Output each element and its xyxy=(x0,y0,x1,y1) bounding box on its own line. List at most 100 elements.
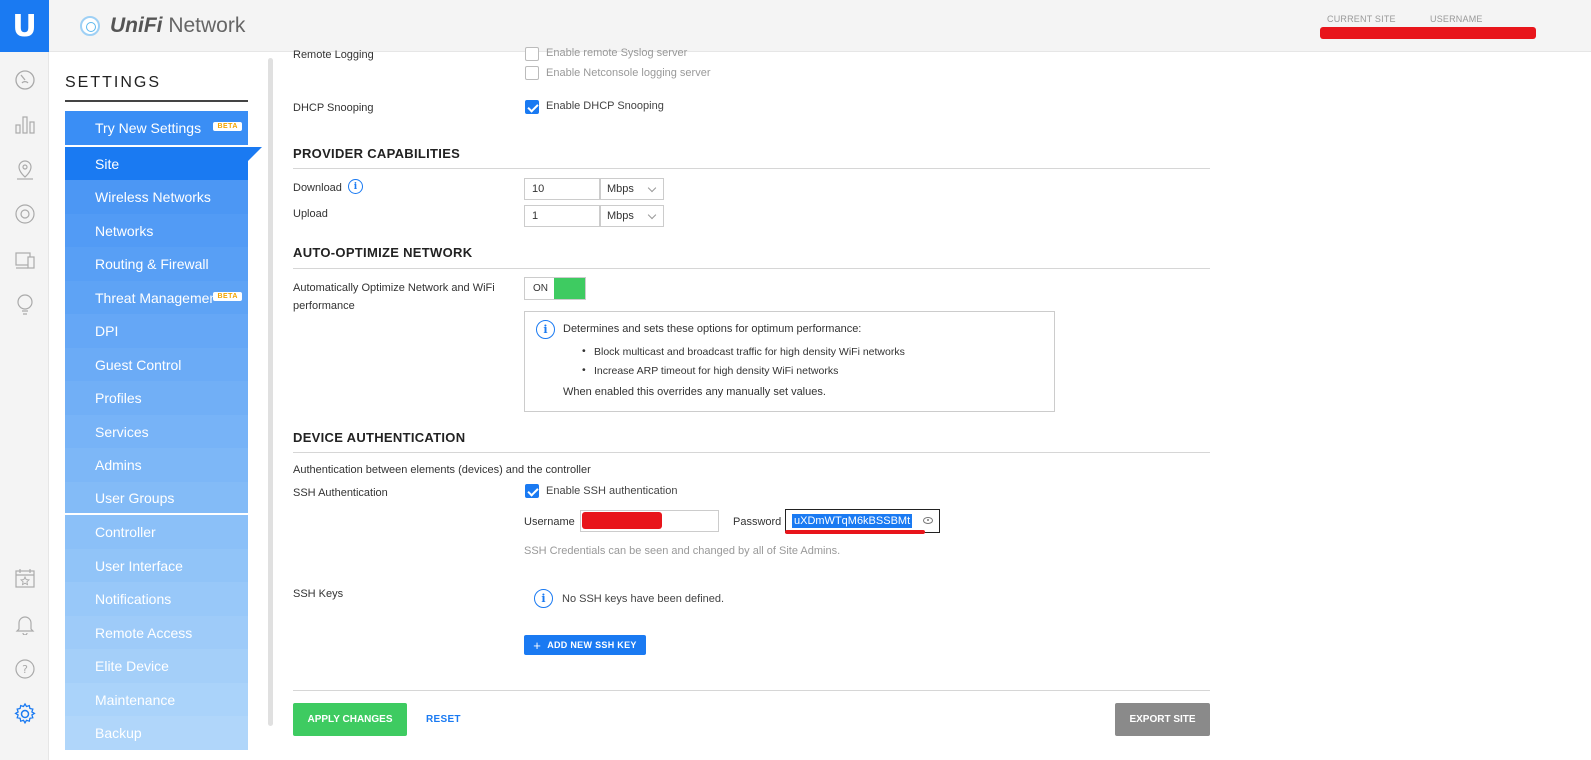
ubiquiti-logo[interactable]: U xyxy=(0,0,49,52)
sidebar-item-label: Backup xyxy=(95,725,142,741)
sidebar-item-label: Remote Access xyxy=(95,624,193,641)
auto-optimize-info-box: i Determines and sets these options for … xyxy=(524,311,1055,412)
sidebar-item-guest-control[interactable]: Guest Control xyxy=(65,348,248,381)
redacted-username xyxy=(582,512,662,529)
upload-label: Upload xyxy=(293,208,328,220)
download-label: Download xyxy=(293,182,342,194)
download-info-icon[interactable]: i xyxy=(348,179,363,194)
ssh-password-label: Password xyxy=(733,516,782,528)
sidebar-item-label: Networks xyxy=(95,222,154,239)
settings-gear-icon[interactable] xyxy=(13,702,37,726)
sidebar-item-notifications[interactable]: Notifications xyxy=(65,582,248,616)
settings-menu: Try New Settings BETA Site Wireless Network… xyxy=(65,111,262,750)
sidebar-item-label: Try New Settings xyxy=(95,120,202,136)
sidebar-item-site[interactable]: Site xyxy=(65,147,262,180)
scrollbar[interactable] xyxy=(268,58,273,726)
auto-optimize-toggle[interactable]: ON xyxy=(524,277,586,300)
password-value: uXDmWTqM6kBSSBMt xyxy=(792,514,913,528)
divider xyxy=(293,168,1210,169)
device-authentication-heading: DEVICE AUTHENTICATION xyxy=(293,430,466,445)
info-title: Determines and sets these options for op… xyxy=(563,323,862,335)
syslog-checkbox[interactable] xyxy=(525,47,539,61)
sidebar-item-services[interactable]: Services xyxy=(65,415,248,448)
dashboard-icon[interactable] xyxy=(13,68,37,92)
apply-changes-button[interactable]: APPLY CHANGES xyxy=(293,703,407,736)
no-ssh-keys-text: No SSH keys have been defined. xyxy=(562,593,725,605)
top-bar: U UniFi Network CURRENT SITE USERNAME xyxy=(0,0,1591,52)
beta-badge: BETA xyxy=(213,122,242,131)
ssh-keys-label: SSH Keys xyxy=(293,588,344,600)
ssh-auth-checkbox-label: Enable SSH authentication xyxy=(546,485,678,497)
settings-underline xyxy=(65,100,248,102)
sidebar-item-threat-management[interactable]: Threat Management BETA xyxy=(65,281,248,314)
download-unit-select[interactable]: Mbps xyxy=(600,178,664,200)
sidebar-item-user-interface[interactable]: User Interface xyxy=(65,549,248,582)
auto-optimize-label-line2: performance xyxy=(293,300,355,312)
sidebar-item-maintenance[interactable]: Maintenance xyxy=(65,683,248,716)
sidebar-item-label: User Interface xyxy=(95,557,183,574)
chevron-down-icon xyxy=(647,210,657,220)
ssh-authentication-label: SSH Authentication xyxy=(293,487,388,499)
upload-unit-select[interactable]: Mbps xyxy=(600,205,664,227)
dhcp-snooping-checkbox-label: Enable DHCP Snooping xyxy=(546,100,664,112)
sidebar-item-backup[interactable]: Backup xyxy=(65,716,248,750)
alerts-bell-icon[interactable] xyxy=(13,612,37,636)
sidebar-item-label: Services xyxy=(95,423,149,440)
add-ssh-key-label: ADD NEW SSH KEY xyxy=(547,640,637,650)
sidebar-item-remote-access[interactable]: Remote Access xyxy=(65,616,248,649)
sidebar-item-user-groups[interactable]: User Groups xyxy=(65,482,248,515)
sidebar-item-controller[interactable]: Controller xyxy=(65,515,248,549)
sidebar-item-label: Threat Management xyxy=(95,289,213,306)
info-bullet-2: Increase ARP timeout for high density Wi… xyxy=(582,364,838,377)
sidebar-item-routing-firewall[interactable]: Routing & Firewall xyxy=(65,247,248,281)
syslog-checkbox-label: Enable remote Syslog server xyxy=(546,47,688,59)
events-icon[interactable] xyxy=(13,566,37,590)
statistics-icon[interactable] xyxy=(13,112,37,136)
brand-name: UniFi Network xyxy=(110,14,245,38)
redaction-underline xyxy=(785,530,925,534)
sidebar-item-profiles[interactable]: Profiles xyxy=(65,381,248,415)
netconsole-checkbox-label: Enable Netconsole logging server xyxy=(546,67,711,79)
toggle-state: ON xyxy=(533,283,548,294)
active-indicator xyxy=(248,147,262,161)
sidebar-item-dpi[interactable]: DPI xyxy=(65,314,248,348)
toggle-knob xyxy=(554,278,585,299)
help-icon[interactable]: ? xyxy=(13,657,37,681)
unifi-logo-icon xyxy=(80,16,100,36)
brand-rest: Network xyxy=(162,14,246,37)
add-ssh-key-button[interactable]: + ADD NEW SSH KEY xyxy=(524,635,646,655)
sidebar-item-admins[interactable]: Admins xyxy=(65,448,248,482)
settings-title: SETTINGS xyxy=(65,74,162,91)
upload-unit-value: Mbps xyxy=(607,210,634,222)
devices-icon[interactable] xyxy=(13,202,37,226)
download-input[interactable]: 10 xyxy=(524,178,600,200)
svg-text:?: ? xyxy=(22,663,28,676)
sidebar-item-label: Elite Device xyxy=(95,658,169,674)
redacted-site-user xyxy=(1320,27,1536,39)
sidebar-item-networks[interactable]: Networks xyxy=(65,214,248,247)
sidebar-item-label: Notifications xyxy=(95,591,172,607)
map-icon[interactable] xyxy=(13,158,37,182)
provider-capabilities-heading: PROVIDER CAPABILITIES xyxy=(293,146,461,161)
export-site-button[interactable]: EXPORT SITE xyxy=(1115,703,1210,736)
ssh-username-label: Username xyxy=(524,516,575,528)
sidebar-item-label: Guest Control xyxy=(95,356,182,373)
sidebar-item-try-new-settings[interactable]: Try New Settings BETA xyxy=(65,111,248,145)
ssh-auth-checkbox[interactable] xyxy=(525,484,539,498)
info-footer: When enabled this overrides any manually… xyxy=(563,386,826,398)
reset-link[interactable]: RESET xyxy=(426,714,461,725)
remote-logging-label: Remote Logging xyxy=(293,49,374,61)
sidebar-item-wireless-networks[interactable]: Wireless Networks xyxy=(65,180,248,214)
logo-letter: U xyxy=(12,8,37,44)
dhcp-snooping-checkbox[interactable] xyxy=(525,100,539,114)
netconsole-checkbox[interactable] xyxy=(525,66,539,80)
ssh-credentials-note: SSH Credentials can be seen and changed … xyxy=(524,545,841,557)
beta-badge: BETA xyxy=(213,292,242,301)
clients-icon[interactable] xyxy=(13,248,37,272)
sidebar-item-label: Routing & Firewall xyxy=(95,256,209,272)
sidebar-item-elite-device[interactable]: Elite Device xyxy=(65,649,248,683)
upload-input[interactable]: 1 xyxy=(524,205,600,227)
show-password-eye-icon[interactable] xyxy=(923,517,933,524)
insights-icon[interactable] xyxy=(13,292,37,316)
device-auth-description: Authentication between elements (devices… xyxy=(293,464,591,476)
